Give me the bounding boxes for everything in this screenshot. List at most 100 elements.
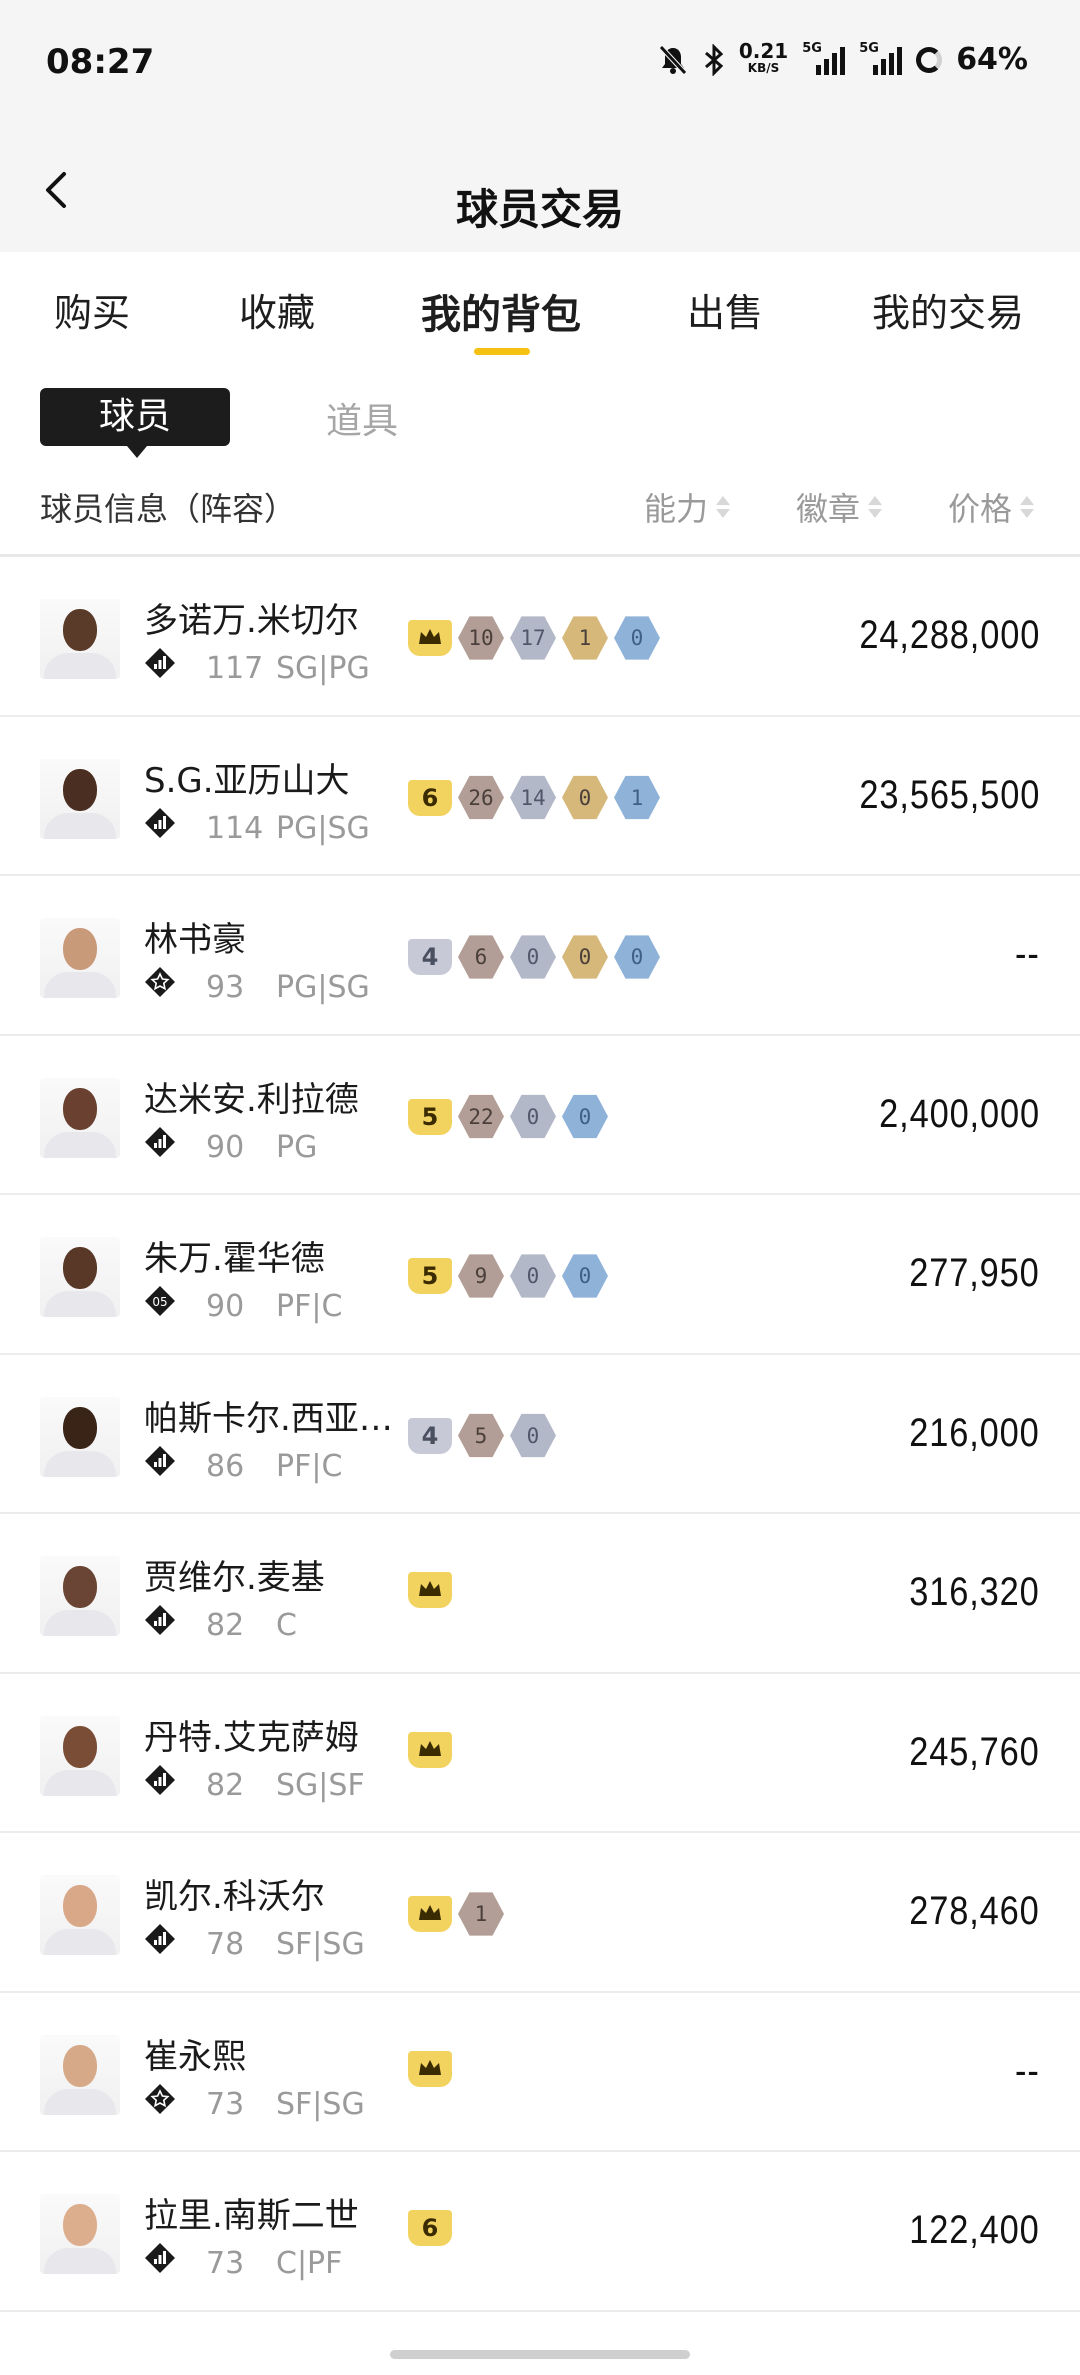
- tab-my-trades[interactable]: 我的交易: [872, 282, 1024, 337]
- player-rating: 90: [206, 1129, 245, 1165]
- player-position: PF|C: [276, 1448, 343, 1484]
- player-price: 24,288,000: [859, 613, 1040, 657]
- badge-group: [408, 1731, 452, 1768]
- sort-badge[interactable]: 徽章: [796, 484, 883, 530]
- bluetooth-icon: [704, 43, 724, 76]
- badge-group: [408, 1572, 452, 1608]
- player-price: 245,760: [909, 1729, 1040, 1774]
- skill-badge: 17: [510, 616, 556, 660]
- player-avatar: [40, 599, 120, 679]
- player-name: S.G.亚历山大: [144, 760, 350, 801]
- player-row[interactable]: 贾维尔.麦基 82 C 316,320: [0, 1514, 1080, 1674]
- player-price: 277,950: [909, 1251, 1040, 1295]
- crown-icon: [408, 620, 452, 656]
- player-row[interactable]: 帕斯卡尔.西亚卡姆 86 PF|C 4 5 0 216,000: [0, 1355, 1080, 1514]
- player-name: 林书豪: [144, 920, 246, 960]
- player-avatar: [40, 1077, 120, 1158]
- tier-icon: [144, 807, 176, 839]
- player-row[interactable]: 崔永熙 73 SF|SG --: [0, 1993, 1080, 2152]
- tier-icon: [144, 1445, 176, 1477]
- player-name: 拉里.南斯二世: [144, 2196, 359, 2236]
- badge-group: 6: [408, 2210, 452, 2246]
- player-row[interactable]: S.G.亚历山大 114 PG|SG 6 26 14 0 1 23,565,500: [0, 717, 1080, 876]
- player-row[interactable]: 朱万.霍华德 05 90 PF|C 5 9 0 0 277,950: [0, 1195, 1080, 1355]
- player-price: --: [1015, 932, 1040, 976]
- player-row[interactable]: 凯尔.科沃尔 78 SF|SG 1 278,460: [0, 1833, 1080, 1993]
- skill-badge: 26: [458, 775, 504, 820]
- sort-ability[interactable]: 能力: [644, 484, 731, 530]
- player-price: 2,400,000: [879, 1091, 1040, 1136]
- player-avatar: [40, 1237, 120, 1317]
- player-row[interactable]: 多诺万.米切尔 117 SG|PG 10 17 1 0 24,288,000: [0, 557, 1080, 717]
- badge-group: 6 26 14 0 1: [408, 775, 660, 821]
- skill-badge: 0: [562, 1094, 608, 1139]
- tab-favorites[interactable]: 收藏: [239, 282, 315, 337]
- header-player-info: 球员信息（阵容）: [40, 490, 297, 528]
- skill-badge: 1: [562, 616, 608, 660]
- player-price: 216,000: [909, 1410, 1040, 1455]
- player-avatar: [40, 1396, 120, 1477]
- net-speed: 0.21 KB/S: [738, 38, 789, 75]
- skill-badge: 1: [458, 1892, 504, 1936]
- battery-ring-icon: [916, 46, 943, 73]
- player-name: 贾维尔.麦基: [144, 1558, 325, 1598]
- status-icons: 0.21 KB/S 5G 5G 64%: [657, 38, 1028, 77]
- badge-group: 5900: [408, 1253, 608, 1299]
- tier-icon: [144, 2083, 176, 2115]
- player-name: 崔永熙: [144, 2036, 246, 2077]
- status-bar: 08:27 0.21 KB/S 5G 5G 64%: [0, 0, 1080, 130]
- signal-icon-2: 5G: [859, 41, 903, 75]
- player-price: --: [1015, 2048, 1040, 2093]
- sort-icon: [716, 495, 731, 519]
- tier-icon: [144, 1923, 176, 1955]
- player-row[interactable]: 丹特.艾克萨姆 82 SG|SF 245,760: [0, 1674, 1080, 1833]
- player-price: 316,320: [909, 1570, 1040, 1614]
- player-avatar: [40, 918, 120, 998]
- player-position: SG|PG: [276, 651, 370, 686]
- player-position: C: [276, 1608, 297, 1643]
- skill-badge: 10: [458, 616, 504, 660]
- crown-icon: [408, 1896, 452, 1932]
- player-row[interactable]: 拉里.南斯二世 73 C|PF 6 122,400: [0, 2152, 1080, 2312]
- tab-my-bag[interactable]: 我的背包: [421, 282, 581, 340]
- tier-icon: [144, 2242, 176, 2274]
- skill-badge: 6: [458, 935, 504, 979]
- player-avatar: [40, 2194, 120, 2274]
- tier-icon: [144, 647, 176, 679]
- player-rating: 114: [206, 810, 264, 846]
- player-name: 达米安.利拉德: [144, 1079, 359, 1120]
- skill-badge: 22: [458, 1094, 504, 1139]
- level-badge: 6: [408, 2210, 452, 2246]
- skill-badge: 0: [510, 935, 556, 979]
- segment-players[interactable]: 球员: [40, 388, 230, 458]
- player-avatar: [40, 1875, 120, 1955]
- tab-sell[interactable]: 出售: [687, 282, 763, 337]
- level-badge: 4: [408, 939, 452, 975]
- player-avatar: [40, 758, 120, 839]
- segment-items[interactable]: 道具: [326, 392, 398, 444]
- player-list: 多诺万.米切尔 117 SG|PG 10 17 1 0 24,288,000 S.G.亚历山大 1…: [0, 557, 1080, 2312]
- player-rating: 117: [206, 651, 264, 686]
- tier-icon: [144, 1604, 176, 1636]
- skill-badge: 0: [510, 1094, 556, 1139]
- level-badge: 5: [408, 1098, 452, 1135]
- player-name: 丹特.艾克萨姆: [144, 1717, 359, 1758]
- badge-group: 1: [408, 1891, 504, 1937]
- player-position: PF|C: [276, 1289, 343, 1324]
- player-price: 278,460: [909, 1889, 1040, 1933]
- skill-badge: 14: [510, 775, 556, 820]
- tab-buy[interactable]: 购买: [54, 282, 130, 337]
- sort-price[interactable]: 价格: [948, 484, 1035, 530]
- player-row[interactable]: 林书豪 93 PG|SG 4 6 0 0 0 --: [0, 876, 1080, 1036]
- skill-badge: 0: [562, 1254, 608, 1298]
- player-avatar: [40, 2034, 120, 2115]
- mute-bell-icon: [658, 44, 687, 75]
- badge-group: 450: [408, 1413, 556, 1459]
- player-price: 23,565,500: [859, 772, 1040, 817]
- page-title: 球员交易: [455, 185, 624, 234]
- player-row[interactable]: 达米安.利拉德 90 PG 5 22 0 0 2,400,000: [0, 1036, 1080, 1195]
- badge-group: [408, 2050, 452, 2087]
- player-position: PG|SG: [276, 810, 370, 846]
- player-position: SF|SG: [276, 1927, 365, 1962]
- player-avatar: [40, 1715, 120, 1796]
